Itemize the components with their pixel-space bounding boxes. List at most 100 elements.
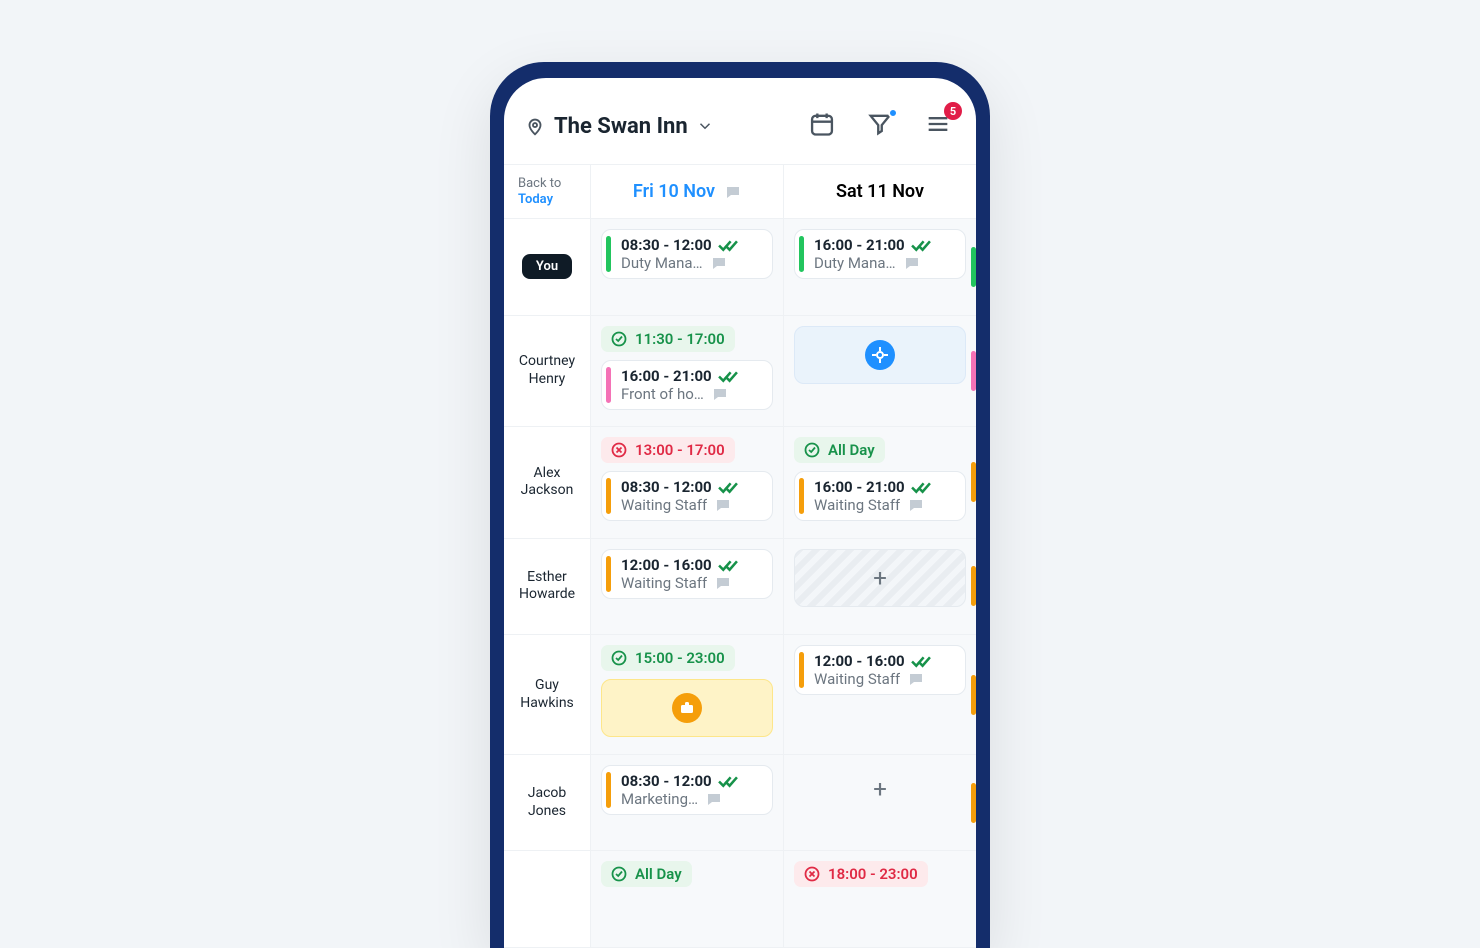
shift-role: Marketing… xyxy=(621,790,764,808)
shift-color-bar xyxy=(799,478,804,514)
shift-time: 16:00 - 21:00 xyxy=(621,367,764,385)
day-tab-1-label: Fri 10 Nov xyxy=(633,181,715,202)
shift-card[interactable]: 08:30 - 12:00 Duty Mana… xyxy=(601,229,773,279)
availability-ok: All Day xyxy=(601,861,692,887)
double-check-icon xyxy=(911,480,931,494)
calendar-button[interactable] xyxy=(804,106,840,146)
shift-card[interactable]: 08:30 - 12:00 Marketing… xyxy=(601,765,773,815)
double-check-icon xyxy=(911,238,931,252)
shift-time: 08:30 - 12:00 xyxy=(621,772,764,790)
day-cell: 12:00 - 16:00 Waiting Staff xyxy=(783,635,976,755)
shift-role: Waiting Staff xyxy=(621,496,764,514)
staff-name-cell: EstherHowarde xyxy=(504,539,590,636)
app-screen: The Swan Inn 5 Back to xyxy=(504,78,976,948)
day-cell: 18:00 - 23:00 xyxy=(783,851,976,948)
availability-ok: 11:30 - 17:00 xyxy=(601,326,735,352)
availability-ok: 15:00 - 23:00 xyxy=(601,645,735,671)
double-check-icon xyxy=(718,774,738,788)
location-selector[interactable]: The Swan Inn xyxy=(524,114,792,139)
shift-card[interactable]: 16:00 - 21:00 Waiting Staff xyxy=(794,471,966,521)
chat-icon xyxy=(706,792,722,806)
shift-role: Front of ho… xyxy=(621,385,764,403)
shift-role: Waiting Staff xyxy=(814,496,957,514)
chat-icon xyxy=(908,498,924,512)
topbar-actions: 5 xyxy=(804,106,956,146)
pin-icon xyxy=(524,115,546,137)
you-badge: You xyxy=(522,254,572,279)
shift-time: 16:00 - 21:00 xyxy=(814,478,957,496)
shift-color-bar xyxy=(799,236,804,272)
availability-unavailable: 18:00 - 23:00 xyxy=(794,861,928,887)
day-tab-2[interactable]: Sat 11 Nov xyxy=(783,165,976,218)
shift-color-bar xyxy=(606,772,611,808)
double-check-icon xyxy=(718,480,738,494)
next-day-hint xyxy=(971,675,976,715)
chat-icon xyxy=(715,498,731,512)
day-tab-1[interactable]: Fri 10 Nov xyxy=(590,165,783,218)
shift-time: 16:00 - 21:00 xyxy=(814,236,957,254)
shift-card[interactable]: 12:00 - 16:00 Waiting Staff xyxy=(601,549,773,599)
shift-role: Waiting Staff xyxy=(814,670,957,688)
shift-card[interactable]: 16:00 - 21:00 Duty Mana… xyxy=(794,229,966,279)
shift-time: 12:00 - 16:00 xyxy=(621,556,764,574)
shift-role: Duty Mana… xyxy=(814,254,957,272)
day-cell: All Day xyxy=(590,851,783,948)
staff-name: CourtneyHenry xyxy=(519,353,575,388)
day-cell: All Day 16:00 - 21:00 Waiting Staff xyxy=(783,427,976,539)
shift-card[interactable]: 08:30 - 12:00 Waiting Staff xyxy=(601,471,773,521)
chevron-down-icon xyxy=(696,117,714,135)
chat-icon xyxy=(908,672,924,686)
shift-card[interactable]: 12:00 - 16:00 Waiting Staff xyxy=(794,645,966,695)
filter-active-dot xyxy=(888,108,898,118)
day-cell: 08:30 - 12:00 Duty Mana… xyxy=(590,219,783,316)
next-day-hint xyxy=(971,351,976,391)
staff-name-cell: AlexJackson xyxy=(504,427,590,539)
day-tab-2-label: Sat 11 Nov xyxy=(836,181,924,202)
day-cell xyxy=(783,316,976,428)
double-check-icon xyxy=(718,369,738,383)
back-label-1: Back to xyxy=(518,176,584,192)
staff-name: AlexJackson xyxy=(521,465,574,500)
menu-button[interactable]: 5 xyxy=(920,106,956,146)
staff-name-cell: GuyHawkins xyxy=(504,635,590,755)
open-shift-placeholder[interactable] xyxy=(794,326,966,384)
staff-name-cell: CourtneyHenry xyxy=(504,316,590,428)
shift-time: 08:30 - 12:00 xyxy=(621,478,764,496)
day-cell: 11:30 - 17:00 16:00 - 21:00 Front of ho… xyxy=(590,316,783,428)
availability-unavailable: 13:00 - 17:00 xyxy=(601,437,735,463)
chat-icon xyxy=(711,256,727,270)
staff-name: GuyHawkins xyxy=(520,677,574,712)
staff-name-cell: You xyxy=(504,219,590,316)
shift-time: 12:00 - 16:00 xyxy=(814,652,957,670)
shift-color-bar xyxy=(606,556,611,592)
shift-role: Waiting Staff xyxy=(621,574,764,592)
filter-button[interactable] xyxy=(862,106,898,146)
notification-badge: 5 xyxy=(944,102,962,120)
next-day-hint xyxy=(971,462,976,502)
day-cell: 15:00 - 23:00 xyxy=(590,635,783,755)
pending-shift-placeholder[interactable] xyxy=(601,679,773,737)
back-to-today-button[interactable]: Back to Today xyxy=(504,165,590,218)
shift-card[interactable]: 16:00 - 21:00 Front of ho… xyxy=(601,360,773,410)
shift-role: Duty Mana… xyxy=(621,254,764,272)
day-cell: 16:00 - 21:00 Duty Mana… xyxy=(783,219,976,316)
shift-time: 08:30 - 12:00 xyxy=(621,236,764,254)
target-icon xyxy=(865,340,895,370)
add-shift-button[interactable]: + xyxy=(794,765,966,813)
note-icon xyxy=(725,185,741,199)
back-label-2: Today xyxy=(518,192,584,208)
next-day-hint xyxy=(971,247,976,287)
double-check-icon xyxy=(718,238,738,252)
availability-ok: All Day xyxy=(794,437,885,463)
double-check-icon xyxy=(718,558,738,572)
shift-color-bar xyxy=(606,236,611,272)
add-shift-hatched[interactable]: + xyxy=(794,549,966,607)
briefcase-icon xyxy=(672,693,702,723)
day-cell: 12:00 - 16:00 Waiting Staff xyxy=(590,539,783,636)
next-day-hint xyxy=(971,783,976,823)
shift-color-bar xyxy=(606,478,611,514)
calendar-icon xyxy=(808,110,836,138)
day-cell: + xyxy=(783,755,976,852)
day-cell: 08:30 - 12:00 Marketing… xyxy=(590,755,783,852)
date-row: Back to Today Fri 10 Nov Sat 11 Nov xyxy=(504,165,976,219)
